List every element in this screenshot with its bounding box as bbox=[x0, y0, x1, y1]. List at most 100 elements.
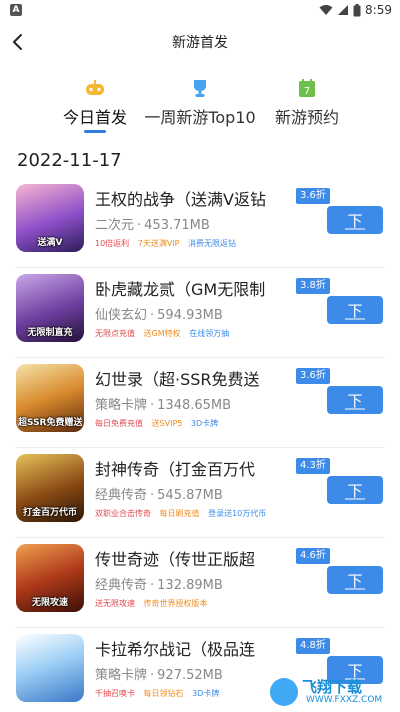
game-cover-image: 无限制直充 bbox=[16, 274, 84, 342]
tab-today-release[interactable]: 今日首发 bbox=[56, 74, 134, 136]
game-tag: 每日免费充值 bbox=[95, 419, 143, 428]
tab-new-game-reservation[interactable]: 7 新游预约 bbox=[270, 74, 344, 136]
game-title: 封神传奇（打金百万代 bbox=[95, 460, 256, 479]
tab-weekly-top10[interactable]: 一周新游Top10 bbox=[144, 74, 256, 136]
game-size: 1348.65MB bbox=[157, 398, 232, 413]
signal-icon bbox=[338, 5, 349, 15]
game-list-item[interactable]: 打金百万代币 封神传奇（打金百万代 4.3折 经典传奇 · 545.87MB 双职业… bbox=[0, 448, 400, 538]
battery-icon bbox=[353, 3, 361, 16]
game-tags: 双职业合击传奇 每日刷充值 登录送10万代币 bbox=[95, 508, 272, 519]
page-title: 新游首发 bbox=[172, 35, 228, 51]
game-tags: 每日免费充值 送SVIP5 3D卡牌 bbox=[95, 418, 224, 429]
game-tag: 送SVIP5 bbox=[151, 419, 183, 428]
trophy-icon bbox=[194, 80, 206, 97]
release-date: 2022-11-17 bbox=[17, 150, 122, 171]
game-tag: 10倍返利 bbox=[95, 239, 130, 248]
svg-text:下: 下 bbox=[347, 572, 362, 590]
game-list-item[interactable]: 超SSR免费赠送 幻世录（超·SSR免费送 3.6折 策略卡牌 · 1348.65M… bbox=[0, 358, 400, 448]
game-meta: 经典传奇 · 132.89MB bbox=[95, 578, 223, 593]
game-tag: 千抽召唤卡 bbox=[95, 689, 135, 698]
download-icon: 下 bbox=[345, 482, 365, 500]
discount-badge: 3.6折 bbox=[296, 188, 330, 204]
svg-text:下: 下 bbox=[347, 482, 362, 500]
game-meta: 策略卡牌 · 927.52MB bbox=[95, 668, 223, 683]
gamepad-icon bbox=[86, 80, 104, 95]
game-title: 卡拉希尔战记（极品连 bbox=[95, 640, 256, 659]
game-tags: 10倍返利 7天送满VIP 消费无限返钻 bbox=[95, 238, 242, 249]
download-button[interactable]: 下 bbox=[327, 386, 383, 414]
game-category: 经典传奇 bbox=[95, 488, 148, 503]
game-list: 送满V 王权的战争（送满V返钻 3.6折 二次元 · 453.71MB 10倍返利 … bbox=[0, 178, 400, 712]
game-category: 二次元 bbox=[95, 218, 135, 233]
game-title: 卧虎藏龙贰（GM无限制 bbox=[95, 280, 266, 299]
game-category: 策略卡牌 bbox=[95, 398, 148, 413]
game-list-item[interactable]: 送满V 王权的战争（送满V返钻 3.6折 二次元 · 453.71MB 10倍返利 … bbox=[0, 178, 400, 268]
game-tag: 传奇世界授权版本 bbox=[143, 599, 208, 608]
game-tag: 在线领万抽 bbox=[189, 329, 230, 338]
download-button[interactable]: 下 bbox=[327, 566, 383, 594]
game-category: 仙侠玄幻 bbox=[95, 308, 148, 323]
game-tag: 双职业合击传奇 bbox=[95, 509, 151, 518]
game-tag: 无限点充值 bbox=[95, 329, 135, 338]
game-size: 927.52MB bbox=[157, 668, 223, 683]
download-icon: 下 bbox=[345, 392, 365, 410]
game-tag: 每日领钻石 bbox=[143, 689, 184, 698]
game-title: 幻世录（超·SSR免费送 bbox=[95, 370, 260, 389]
download-icon: 下 bbox=[345, 572, 365, 590]
active-tab-indicator bbox=[84, 130, 106, 133]
game-meta: 二次元 · 453.71MB bbox=[95, 218, 210, 233]
game-meta: 策略卡牌 · 1348.65MB bbox=[95, 398, 232, 413]
game-meta: 经典传奇 · 545.87MB bbox=[95, 488, 223, 503]
game-tag: 3D卡牌 bbox=[192, 689, 220, 698]
watermark-logo-icon bbox=[270, 678, 298, 706]
game-cover-image: 无限攻速 bbox=[16, 544, 84, 612]
svg-text:下: 下 bbox=[347, 302, 362, 320]
discount-badge: 4.6折 bbox=[296, 548, 330, 564]
game-cover-image: 打金百万代币 bbox=[16, 454, 84, 522]
game-size: 545.87MB bbox=[157, 488, 223, 503]
game-tags: 送无限攻速 传奇世界授权版本 bbox=[95, 598, 214, 609]
tab-label: 一周新游Top10 bbox=[144, 108, 256, 127]
game-cover-image bbox=[16, 634, 84, 702]
wifi-icon bbox=[319, 5, 333, 15]
game-tag: 登录送10万代币 bbox=[208, 509, 267, 518]
tab-label: 今日首发 bbox=[62, 108, 127, 127]
download-button[interactable]: 下 bbox=[327, 476, 383, 504]
game-tags: 千抽召唤卡 每日领钻石 3D卡牌 bbox=[95, 688, 225, 699]
game-tag: 每日刷充值 bbox=[159, 509, 200, 518]
svg-text:下: 下 bbox=[347, 212, 362, 230]
game-category: 策略卡牌 bbox=[95, 668, 148, 683]
download-icon: 下 bbox=[345, 212, 365, 230]
tab-label: 新游预约 bbox=[274, 108, 339, 127]
game-tag: 7天送满VIP bbox=[137, 239, 180, 248]
game-list-item[interactable]: 无限攻速 传世奇迹（传世正版超 4.6折 经典传奇 · 132.89MB 送无限攻速… bbox=[0, 538, 400, 628]
app-notification-icon: A bbox=[10, 4, 22, 16]
discount-badge: 3.6折 bbox=[296, 368, 330, 384]
download-button[interactable]: 下 bbox=[327, 296, 383, 324]
download-button[interactable]: 下 bbox=[327, 206, 383, 234]
game-meta: 仙侠玄幻 · 594.93MB bbox=[95, 308, 223, 323]
game-category: 经典传奇 bbox=[95, 578, 148, 593]
game-cover-image: 送满V bbox=[16, 184, 84, 252]
status-time: 8:59 bbox=[365, 3, 392, 17]
game-tags: 无限点充值 送GM特权 在线领万抽 bbox=[95, 328, 235, 339]
tab-bar: 今日首发 一周新游Top10 7 新游预约 bbox=[0, 74, 400, 138]
status-icons: 8:59 bbox=[319, 3, 392, 17]
site-watermark: 飞翔下载 WWW.FXXZ.COM bbox=[270, 676, 392, 708]
watermark-sub: WWW.FXXZ.COM bbox=[306, 695, 383, 705]
game-title: 传世奇迹（传世正版超 bbox=[95, 550, 256, 569]
svg-text:下: 下 bbox=[347, 392, 362, 410]
game-list-item[interactable]: 无限制直充 卧虎藏龙贰（GM无限制 3.8折 仙侠玄幻 · 594.93MB 无限点… bbox=[0, 268, 400, 358]
game-tag: 3D卡牌 bbox=[190, 419, 219, 428]
game-title: 王权的战争（送满V返钻 bbox=[95, 190, 266, 209]
download-icon: 下 bbox=[345, 302, 365, 320]
watermark-main: 飞翔下载 bbox=[302, 678, 363, 696]
game-tag: 消费无限返钻 bbox=[188, 239, 237, 248]
game-tag: 送无限攻速 bbox=[95, 599, 135, 608]
calendar-icon: 7 bbox=[299, 79, 315, 97]
game-size: 132.89MB bbox=[157, 578, 223, 593]
status-bar: A 8:59 bbox=[0, 0, 400, 22]
game-size: 453.71MB bbox=[144, 218, 210, 233]
game-size: 594.93MB bbox=[157, 308, 223, 323]
game-cover-image: 超SSR免费赠送 bbox=[16, 364, 84, 432]
